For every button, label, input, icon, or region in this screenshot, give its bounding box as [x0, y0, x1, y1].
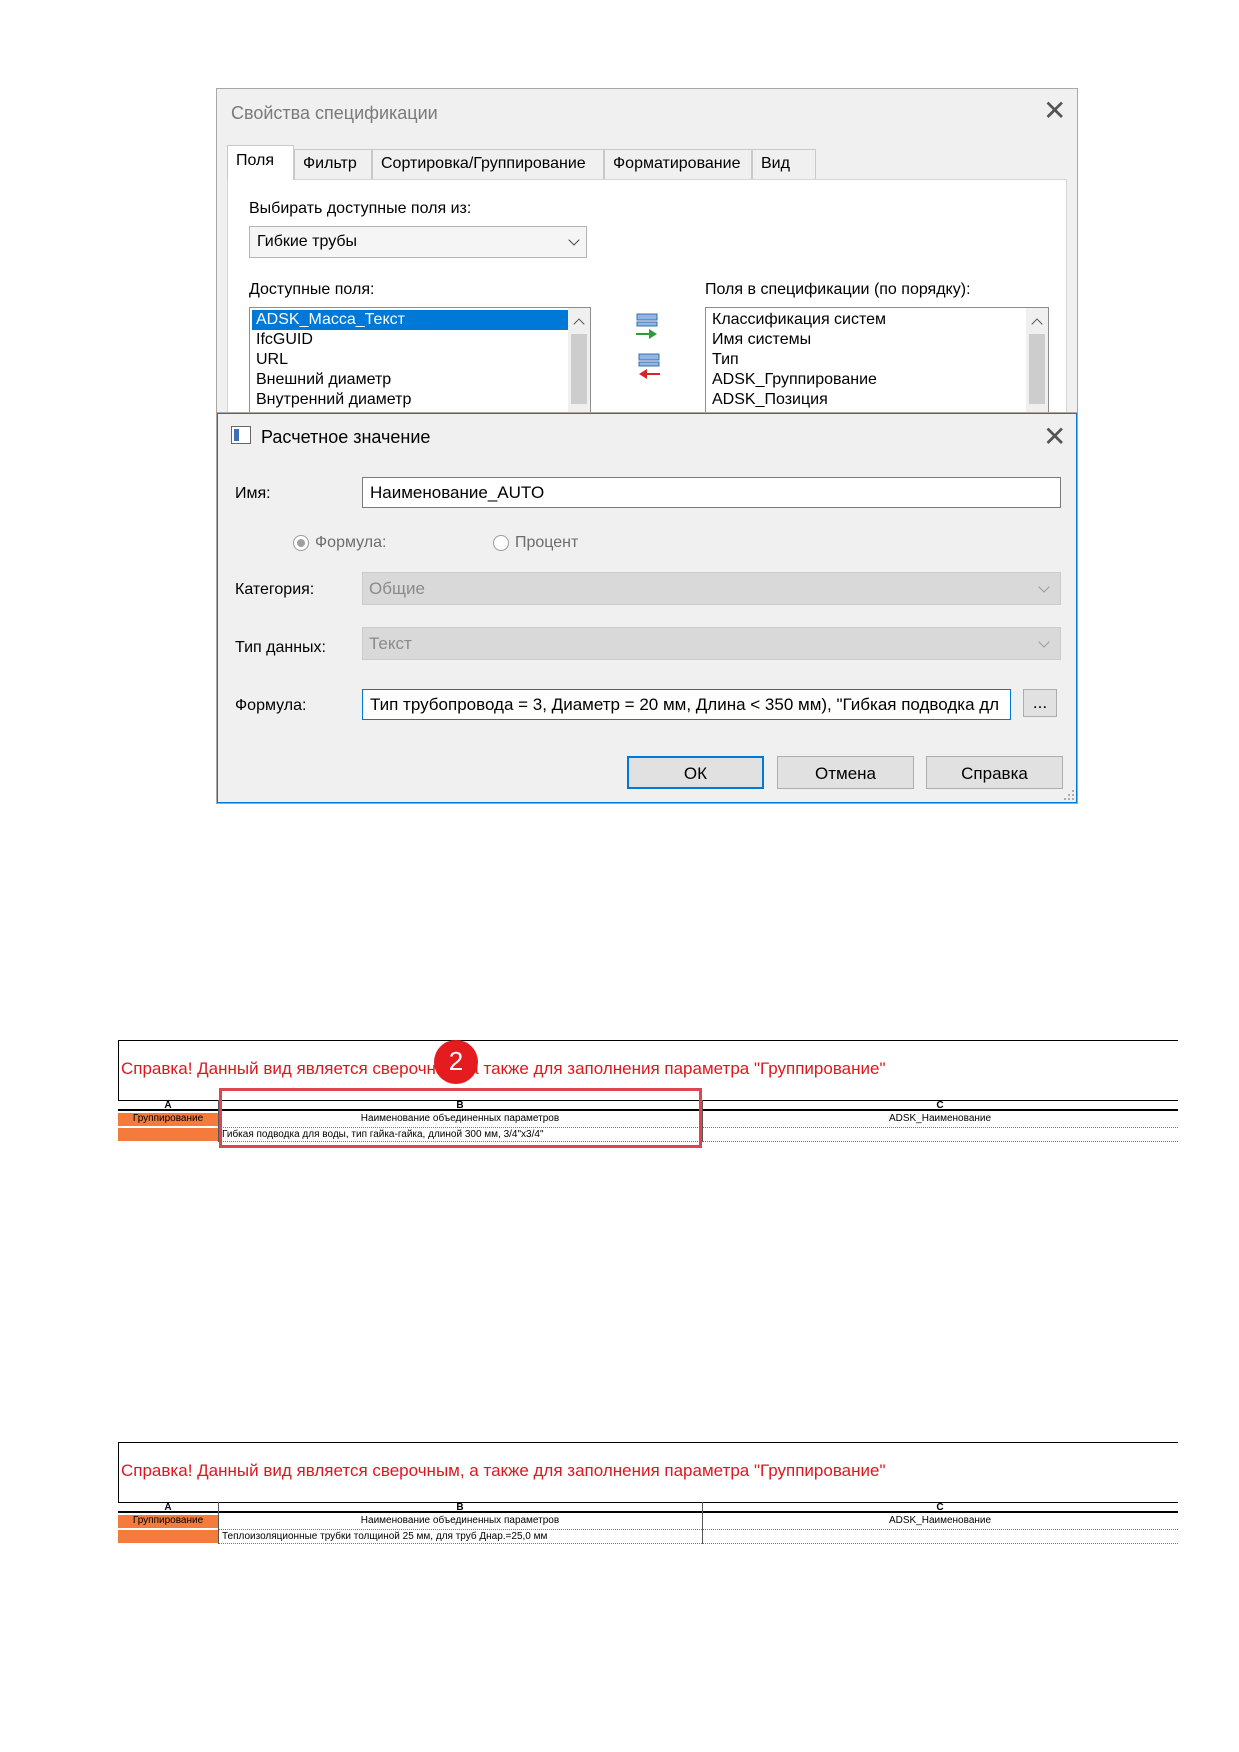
chevron-down-icon	[1038, 636, 1050, 648]
category-label: Категория:	[235, 581, 315, 598]
percent-radio[interactable]	[493, 535, 509, 551]
name-label: Имя:	[235, 485, 271, 502]
formula-input[interactable]: Тип трубопровода = 3, Диаметр = 20 мм, Д…	[362, 689, 1011, 720]
column-letter: A	[164, 1100, 172, 1111]
schedule-table-2: Справка! Данный вид является сверочным, …	[118, 1442, 1178, 1552]
group-value-cell	[118, 1530, 218, 1543]
scheduled-fields-list[interactable]: Классификация систем Имя системы Тип ADS…	[705, 307, 1049, 415]
dialog-title: Свойства спецификации	[231, 103, 438, 123]
datatype-select: Текст	[362, 627, 1061, 660]
available-fields-label: Доступные поля:	[249, 281, 375, 298]
close-icon[interactable]: ✕	[1043, 423, 1066, 451]
name-input[interactable]: Наименование_AUTO	[362, 477, 1061, 508]
formula-browse-button[interactable]: ...	[1023, 689, 1057, 717]
column-letter: C	[936, 1502, 944, 1513]
add-field-arrow-icon[interactable]	[633, 311, 663, 341]
ok-button[interactable]: ОК	[627, 756, 764, 789]
category-select: Общие	[362, 572, 1061, 605]
datatype-label: Тип данных:	[235, 639, 326, 656]
formula-radio[interactable]	[293, 535, 309, 551]
calculated-value-dialog: Расчетное значение ✕ Имя: Наименование_A…	[216, 412, 1078, 804]
column-letter: B	[456, 1502, 464, 1513]
category-select-value: Общие	[369, 579, 425, 598]
scroll-thumb[interactable]	[1029, 334, 1045, 404]
tab-filter[interactable]: Фильтр	[294, 149, 372, 179]
source-select-value: Гибкие трубы	[257, 233, 358, 250]
remove-field-arrow-icon[interactable]	[633, 351, 663, 381]
percent-radio-label: Процент	[515, 534, 579, 551]
list-item[interactable]: Имя системы	[708, 330, 1026, 350]
cancel-button[interactable]: Отмена	[777, 756, 914, 789]
scroll-thumb[interactable]	[571, 334, 587, 404]
column-letter-row: A B C	[118, 1502, 1178, 1513]
header-cell: Наименование объединенных параметров	[360, 1515, 560, 1526]
chevron-up-icon[interactable]	[1031, 318, 1043, 330]
column-divider	[702, 1100, 703, 1142]
help-button[interactable]: Справка	[926, 756, 1063, 789]
resize-grip-icon[interactable]	[1063, 789, 1075, 801]
highlight-annotation	[219, 1088, 702, 1148]
tab-fields[interactable]: Поля	[227, 145, 294, 180]
list-item[interactable]: Классификация систем	[708, 310, 1026, 330]
column-divider	[702, 1502, 703, 1544]
schedule-title-box: Справка! Данный вид является сверочным, …	[118, 1442, 1178, 1502]
dialog-app-icon	[231, 426, 251, 444]
column-divider	[218, 1502, 219, 1544]
chevron-up-icon[interactable]	[573, 318, 585, 330]
chevron-down-icon	[568, 234, 580, 246]
chevron-down-icon	[1038, 581, 1050, 593]
list-item[interactable]: ADSK_Позиция	[708, 390, 1026, 410]
table-row: Теплоизоляционные трубки толщиной 25 мм,…	[222, 1531, 548, 1542]
dialog-title: Расчетное значение	[261, 427, 431, 447]
close-icon[interactable]: ✕	[1043, 97, 1066, 125]
schedule-title: Справка! Данный вид является сверочным, …	[121, 1059, 886, 1078]
datatype-select-value: Текст	[369, 634, 412, 653]
column-letter: A	[164, 1502, 172, 1513]
header-cell: Группирование	[132, 1113, 204, 1124]
header-cell: Группирование	[132, 1515, 204, 1526]
formula-label: Формула:	[235, 697, 307, 714]
header-cell: ADSK_Наименование	[888, 1515, 992, 1526]
list-item[interactable]: IfcGUID	[252, 330, 568, 350]
step-number-badge: 2	[434, 1040, 478, 1084]
tab-sorting-grouping[interactable]: Сортировка/Группирование	[372, 149, 604, 179]
list-item[interactable]: Внутренний диаметр	[252, 390, 568, 410]
available-fields-list[interactable]: ADSK_Масса_Текст IfcGUID URL Внешний диа…	[249, 307, 591, 415]
header-cell: ADSK_Наименование	[888, 1113, 992, 1124]
list-item[interactable]: Тип	[708, 350, 1026, 370]
scrollbar[interactable]	[1026, 308, 1048, 414]
list-item[interactable]: URL	[252, 350, 568, 370]
scheduled-fields-label: Поля в спецификации (по порядку):	[705, 281, 971, 298]
tab-view[interactable]: Вид	[752, 149, 816, 179]
scrollbar[interactable]	[568, 308, 590, 414]
group-value-cell	[118, 1128, 218, 1141]
schedule-title: Справка! Данный вид является сверочным, …	[121, 1461, 886, 1480]
formula-radio-label: Формула:	[315, 534, 387, 551]
source-select[interactable]: Гибкие трубы	[249, 226, 587, 258]
column-letter: C	[936, 1100, 944, 1111]
list-item[interactable]: ADSK_Масса_Текст	[252, 310, 568, 330]
list-item[interactable]: Внешний диаметр	[252, 370, 568, 390]
row-divider	[218, 1529, 1178, 1530]
row-divider	[218, 1543, 1178, 1544]
tab-formatting[interactable]: Форматирование	[604, 149, 752, 179]
source-label: Выбирать доступные поля из:	[249, 200, 472, 217]
list-item[interactable]: ADSK_Группирование	[708, 370, 1026, 390]
